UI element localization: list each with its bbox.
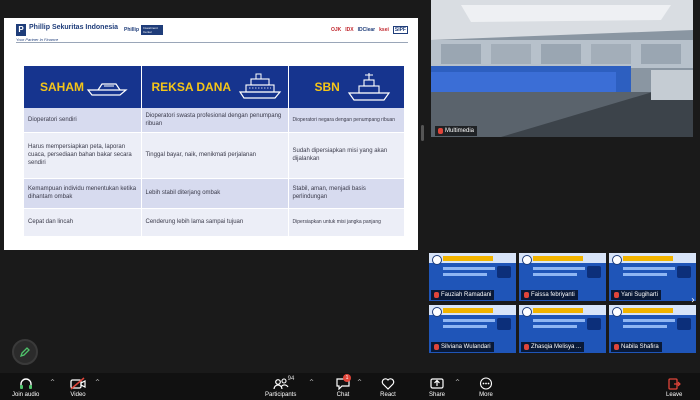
share-icon xyxy=(429,376,445,390)
participant-tile[interactable]: Nabila Shafira xyxy=(609,305,696,353)
shared-screen: P Phillip Sekuritas Indonesia Your Partn… xyxy=(4,18,418,250)
table-cell: Dipersiapkan untuk misi jangka panjang xyxy=(288,208,404,237)
university-logo-icon xyxy=(522,255,532,265)
partner-idclear: IDClear xyxy=(357,27,376,33)
react-button[interactable]: React xyxy=(380,376,396,398)
video-button[interactable]: Video xyxy=(70,376,86,398)
slide-header: P Phillip Sekuritas Indonesia Your Partn… xyxy=(4,18,418,44)
table-cell: Kemampuan individu menentukan ketika dih… xyxy=(24,178,142,209)
university-logo-icon xyxy=(612,255,622,265)
cruise-ship-icon xyxy=(238,73,281,99)
header-reksa-dana: REKSA DANA xyxy=(141,66,289,108)
mic-off-icon xyxy=(524,344,529,350)
table-cell: Stabil, aman, menjadi basis perlindungan xyxy=(288,178,404,209)
participants-icon: 94 xyxy=(273,376,294,390)
investment-center-logo: Phillip Investment Center xyxy=(124,25,163,35)
participants-button[interactable]: 94 Participants xyxy=(265,376,296,398)
participant-name: Faissa febriyanti xyxy=(521,290,578,300)
table-row: Kemampuan individu menentukan ketika dih… xyxy=(24,178,404,209)
share-button[interactable]: Share xyxy=(429,376,445,398)
mic-off-icon xyxy=(434,292,439,298)
table-cell: Cenderung lebih lama sampai tujuan xyxy=(141,208,289,237)
university-logo-icon xyxy=(432,255,442,265)
mic-off-icon xyxy=(614,292,619,298)
university-logo-icon xyxy=(432,307,442,317)
table-row: Cepat dan lincah Cenderung lebih lama sa… xyxy=(24,208,404,237)
university-logo-icon xyxy=(612,307,622,317)
participant-name: Nabila Shafira xyxy=(611,342,662,352)
chat-button[interactable]: 1 Chat xyxy=(335,374,351,398)
audio-options-caret-icon[interactable]: ^ xyxy=(50,379,55,386)
table-cell: Harus mempersiapkan peta, laporan cuaca,… xyxy=(24,132,142,179)
room-video-feed xyxy=(431,0,693,137)
mic-off-icon xyxy=(524,292,529,298)
partner-ksei: ksei xyxy=(379,27,389,33)
chat-unread-badge: 1 xyxy=(343,374,351,382)
participants-count: 94 xyxy=(287,376,295,382)
headphones-icon xyxy=(18,376,34,390)
participant-tile[interactable]: Yani Sugiharti xyxy=(609,253,696,301)
participant-tile[interactable]: Fauziah Ramadani xyxy=(429,253,516,301)
annotate-button[interactable] xyxy=(12,339,38,365)
video-tile-multimedia[interactable]: Multimedia xyxy=(431,0,693,137)
tile-name-label: Multimedia xyxy=(435,126,478,136)
table-cell: Dioperatori sendiri xyxy=(24,108,142,133)
pencil-icon xyxy=(19,347,30,358)
video-off-icon xyxy=(70,376,86,390)
comparison-table: SAHAM REKSA DANA SBN Dioperatori sendiri… xyxy=(24,66,404,237)
table-row: Harus mempersiapkan peta, laporan cuaca,… xyxy=(24,132,404,179)
mic-off-icon xyxy=(614,344,619,350)
partner-logos: OJK IDX IDClear ksei SIPF xyxy=(331,26,408,34)
participant-name: Yani Sugiharti xyxy=(611,290,661,300)
partner-sipf: SIPF xyxy=(392,26,408,34)
table-cell: Dioperatori swasta profesional dengan pe… xyxy=(141,108,289,133)
share-options-caret-icon[interactable]: ^ xyxy=(455,379,460,386)
table-cell: Dioperatori negara dengan penumpang ribu… xyxy=(288,108,404,133)
participant-gallery: Fauziah Ramadani Faissa febriyanti Yani … xyxy=(429,253,699,357)
brand-name: Phillip Sekuritas Indonesia xyxy=(29,24,119,31)
participants-options-caret-icon[interactable]: ^ xyxy=(309,379,314,386)
meeting-toolbar: Join audio ^ Video ^ 94 Participants ^ 1… xyxy=(0,373,700,400)
heart-icon xyxy=(380,376,396,390)
participant-name: Silviana Wulandari xyxy=(431,342,494,352)
participant-tile[interactable]: Faissa febriyanti xyxy=(519,253,606,301)
speedboat-icon xyxy=(86,83,128,96)
table-row: Dioperatori sendiri Dioperatori swasta p… xyxy=(24,108,404,133)
table-cell: Lebih stabil diterjang ombak xyxy=(141,178,289,209)
more-icon xyxy=(478,376,494,390)
gallery-next-arrow-icon[interactable]: › xyxy=(688,293,698,309)
split-view-drag-handle[interactable] xyxy=(421,125,424,141)
more-button[interactable]: More xyxy=(478,376,494,398)
zoom-meeting-window: P Phillip Sekuritas Indonesia Your Partn… xyxy=(0,0,700,400)
leave-icon xyxy=(666,376,682,390)
participant-tile[interactable]: Zhasqia Melisya ... xyxy=(519,305,606,353)
table-cell: Tinggal bayar, naik, menikmati perjalana… xyxy=(141,132,289,179)
header-sbn: SBN xyxy=(288,66,404,108)
participant-name: Zhasqia Melisya ... xyxy=(521,342,585,352)
table-cell: Sudah dipersiapkan misi yang akan dijala… xyxy=(288,132,404,179)
chat-icon: 1 xyxy=(335,374,351,390)
participant-name: Fauziah Ramadani xyxy=(431,290,495,300)
partner-idx: IDX xyxy=(345,27,354,33)
join-audio-button[interactable]: Join audio xyxy=(12,376,39,398)
chat-options-caret-icon[interactable]: ^ xyxy=(357,379,362,386)
mic-off-icon xyxy=(434,344,439,350)
header-saham: SAHAM xyxy=(24,66,142,108)
table-cell: Cepat dan lincah xyxy=(24,208,142,237)
video-options-caret-icon[interactable]: ^ xyxy=(95,379,100,386)
header-divider xyxy=(16,42,408,43)
navy-ship-icon xyxy=(347,73,390,101)
leave-button[interactable]: Leave xyxy=(666,376,682,398)
partner-ojk: OJK xyxy=(331,27,342,33)
phillip-logo-icon: P xyxy=(16,24,26,36)
mic-off-icon xyxy=(438,128,443,134)
university-logo-icon xyxy=(522,307,532,317)
participant-tile[interactable]: Silviana Wulandari xyxy=(429,305,516,353)
